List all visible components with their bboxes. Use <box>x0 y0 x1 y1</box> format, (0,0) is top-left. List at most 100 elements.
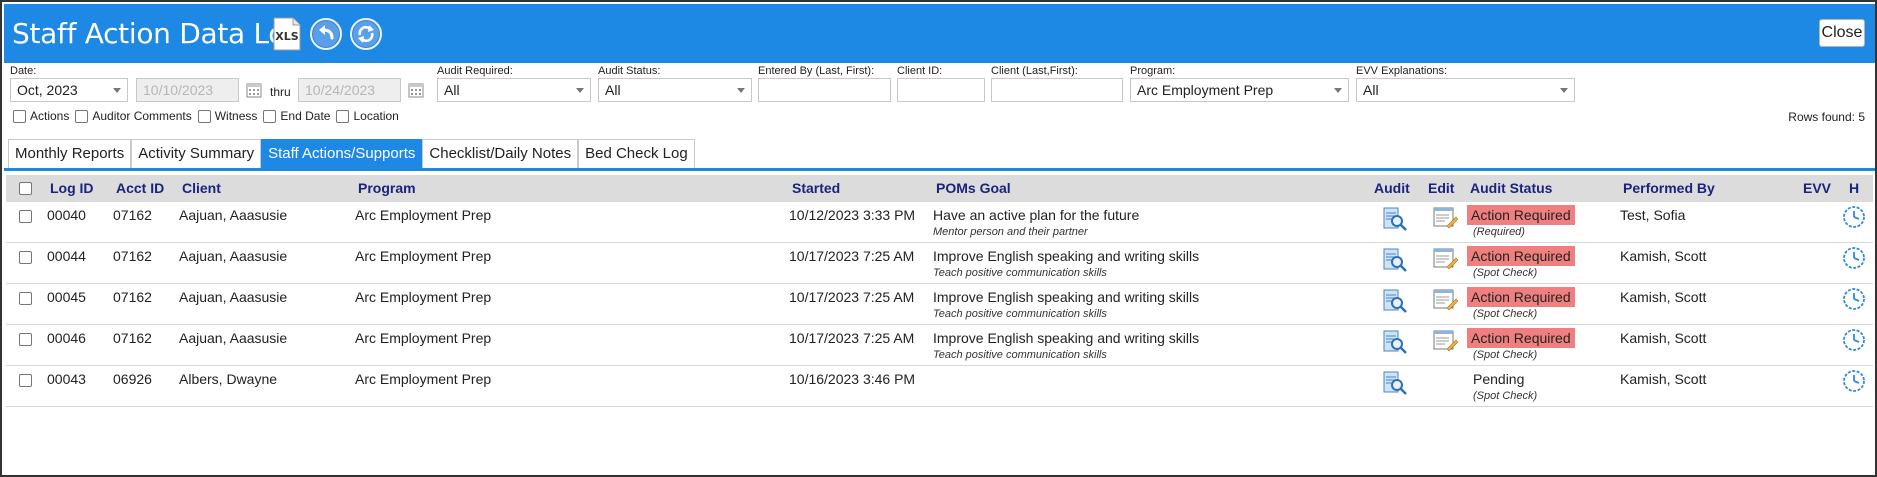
client-cell: Aajuan, Aaasusie <box>179 289 288 305</box>
table-row[interactable]: 00045 07162 Aajuan, Aaasusie Arc Employm… <box>6 284 1873 325</box>
column-header-audit-status[interactable]: Audit Status <box>1470 180 1552 196</box>
client-name-field[interactable] <box>991 78 1123 102</box>
started-cell: 10/16/2023 3:46 PM <box>789 371 916 387</box>
performed-by-cell: Kamish, Scott <box>1620 248 1707 264</box>
client-id-field[interactable] <box>897 78 985 102</box>
checkbox-box[interactable] <box>75 109 89 123</box>
tab-underline <box>4 168 1875 171</box>
edit-notepad-icon[interactable] <box>1432 328 1458 352</box>
edit-notepad-icon[interactable] <box>1432 287 1458 311</box>
client-id-label: Client ID: <box>897 65 943 77</box>
evv-explanations-value: All <box>1363 82 1379 98</box>
checkbox-label: Witness <box>214 109 258 123</box>
poms-goal-subtext: Teach positive communication skills <box>933 349 1107 361</box>
chevron-down-icon <box>576 88 584 93</box>
column-header-audit[interactable]: Audit <box>1374 180 1410 196</box>
column-header-log-id[interactable]: Log ID <box>50 180 94 196</box>
tab-checklist-daily-notes[interactable]: Checklist/Daily Notes <box>422 139 579 168</box>
status-subtext: (Spot Check) <box>1473 267 1538 279</box>
row-checkbox[interactable] <box>19 210 32 223</box>
calendar-icon[interactable] <box>408 82 424 98</box>
history-clock-icon[interactable] <box>1842 328 1866 352</box>
audit-magnifier-icon[interactable] <box>1382 329 1408 355</box>
location-checkbox[interactable]: Location <box>336 109 399 123</box>
tab-monthly-reports[interactable]: Monthly Reports <box>8 139 132 168</box>
audit-magnifier-icon[interactable] <box>1382 247 1408 273</box>
refresh-icon <box>358 25 374 43</box>
poms-goal-subtext: Mentor person and their partner <box>933 226 1088 238</box>
actions-checkbox[interactable]: Actions <box>13 109 69 123</box>
evv-explanations-select[interactable]: All <box>1356 78 1575 102</box>
history-clock-icon[interactable] <box>1842 287 1866 311</box>
table-row[interactable]: 00043 06926 Albers, Dwayne Arc Employmen… <box>6 366 1873 407</box>
checkbox-box[interactable] <box>263 109 277 123</box>
checkbox-box[interactable] <box>13 109 26 123</box>
entered-by-field[interactable] <box>758 78 891 102</box>
edit-notepad-icon[interactable] <box>1432 205 1458 229</box>
select-all-checkbox[interactable] <box>19 182 32 195</box>
client-cell: Aajuan, Aaasusie <box>179 248 288 264</box>
status-badge: Action Required <box>1467 205 1575 225</box>
column-header-performed-by[interactable]: Performed By <box>1623 180 1715 196</box>
xls-export-icon[interactable]: XLS <box>272 17 302 51</box>
history-clock-icon[interactable] <box>1842 369 1866 393</box>
to-date-field[interactable]: 10/24/2023 <box>298 78 401 102</box>
row-checkbox[interactable] <box>19 374 32 387</box>
acct-id-cell: 07162 <box>113 330 152 346</box>
refresh-button[interactable] <box>350 18 382 50</box>
table-row[interactable]: 00040 07162 Aajuan, Aaasusie Arc Employm… <box>6 202 1873 243</box>
checkbox-label: End Date <box>280 109 331 123</box>
history-clock-icon[interactable] <box>1842 246 1866 270</box>
row-checkbox[interactable] <box>19 292 32 305</box>
checkbox-box[interactable] <box>197 109 211 123</box>
row-checkbox[interactable] <box>19 251 32 264</box>
edit-notepad-icon[interactable] <box>1432 246 1458 270</box>
audit-required-value: All <box>444 82 460 98</box>
column-header-started[interactable]: Started <box>792 180 840 196</box>
column-header-client[interactable]: Client <box>182 180 221 196</box>
date-select[interactable]: Oct, 2023 <box>10 78 128 102</box>
end-date-checkbox[interactable]: End Date <box>263 109 330 123</box>
column-header-acct-id[interactable]: Acct ID <box>116 180 164 196</box>
program-cell: Arc Employment Prep <box>355 248 492 264</box>
audit-magnifier-icon[interactable] <box>1382 288 1408 314</box>
program-select[interactable]: Arc Employment Prep <box>1130 78 1349 102</box>
calendar-icon[interactable] <box>246 82 262 98</box>
undo-button[interactable] <box>310 18 342 50</box>
tab-staff-actions-supports[interactable]: Staff Actions/Supports <box>261 139 423 168</box>
column-header-evv[interactable]: EVV <box>1803 180 1831 196</box>
thru-label: thru <box>270 85 291 99</box>
poms-goal-cell: Have an active plan for the future <box>933 207 1140 223</box>
auditor-comments-checkbox[interactable]: Auditor Comments <box>75 109 192 123</box>
audit-magnifier-icon[interactable] <box>1382 206 1408 232</box>
undo-icon <box>319 25 334 40</box>
staff-action-data-log-window: Staff Action Data Log XLS Close Date: Oc… <box>0 0 1877 477</box>
checkbox-label: Auditor Comments <box>92 109 192 123</box>
date-label: Date: <box>10 65 37 77</box>
row-checkbox[interactable] <box>19 333 32 346</box>
tab-bed-check-log[interactable]: Bed Check Log <box>578 139 695 168</box>
column-header-poms-goal[interactable]: POMs Goal <box>936 180 1011 196</box>
performed-by-cell: Kamish, Scott <box>1620 289 1707 305</box>
column-header-h[interactable]: H <box>1849 180 1859 196</box>
started-cell: 10/17/2023 7:25 AM <box>789 289 915 305</box>
acct-id-cell: 06926 <box>113 371 152 387</box>
audit-status-label: Audit Status: <box>598 65 661 77</box>
audit-required-label: Audit Required: <box>437 65 513 77</box>
audit-status-select[interactable]: All <box>598 78 752 102</box>
table-row[interactable]: 00046 07162 Aajuan, Aaasusie Arc Employm… <box>6 325 1873 366</box>
started-cell: 10/17/2023 7:25 AM <box>789 248 915 264</box>
acct-id-cell: 07162 <box>113 289 152 305</box>
column-header-edit[interactable]: Edit <box>1428 180 1454 196</box>
tab-activity-summary[interactable]: Activity Summary <box>131 139 262 168</box>
audit-magnifier-icon[interactable] <box>1382 370 1408 396</box>
table-row[interactable]: 00044 07162 Aajuan, Aaasusie Arc Employm… <box>6 243 1873 284</box>
from-date-field[interactable]: 10/10/2023 <box>136 78 239 102</box>
audit-required-select[interactable]: All <box>437 78 591 102</box>
witness-checkbox[interactable]: Witness <box>197 109 258 123</box>
column-header-program[interactable]: Program <box>358 180 416 196</box>
history-clock-icon[interactable] <box>1842 205 1866 229</box>
checkbox-box[interactable] <box>336 109 350 123</box>
close-button[interactable]: Close <box>1819 19 1865 47</box>
performed-by-cell: Kamish, Scott <box>1620 330 1707 346</box>
